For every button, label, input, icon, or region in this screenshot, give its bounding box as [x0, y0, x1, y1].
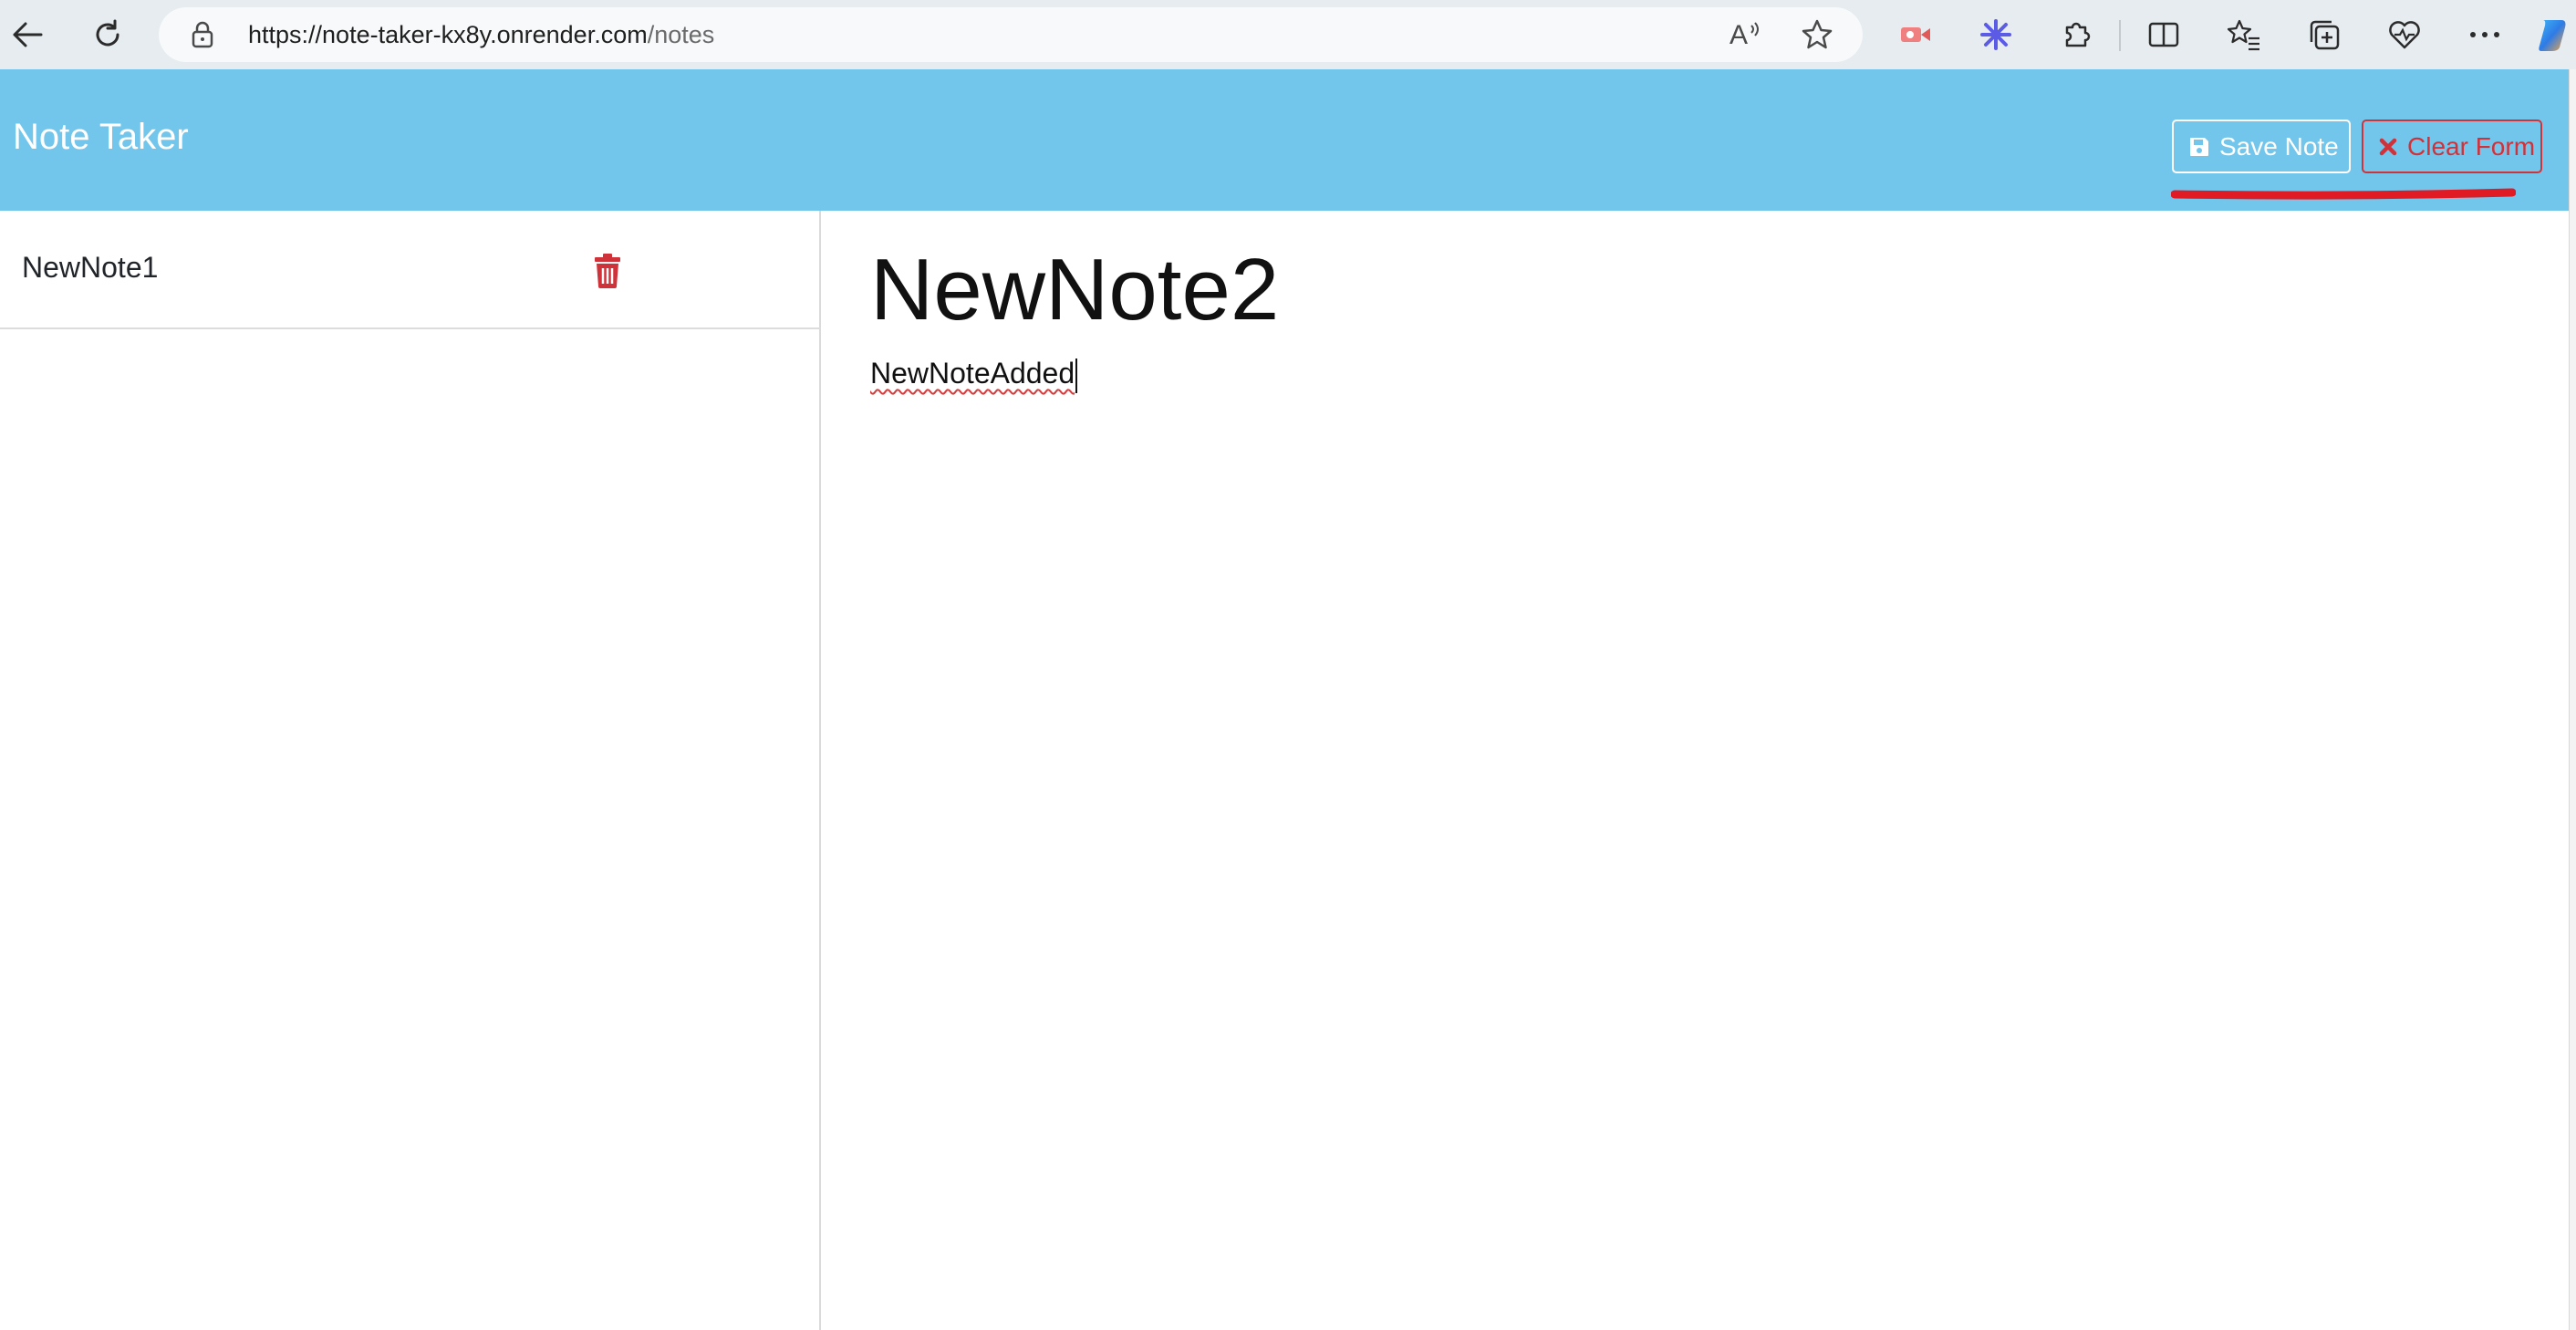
- extension-red-icon[interactable]: [1896, 15, 1936, 55]
- note-editor: NewNote2 NewNoteAdded: [823, 211, 2569, 1330]
- extension-asterisk-icon[interactable]: [1976, 15, 2016, 55]
- notes-list: NewNote1: [0, 211, 821, 1330]
- favorites-list-icon[interactable]: [2224, 15, 2264, 55]
- favorite-star-icon[interactable]: [1801, 18, 1833, 56]
- browser-toolbar: https://note-taker-kx8y.onrender.com/not…: [0, 0, 2576, 69]
- save-note-button[interactable]: Save Note: [2172, 119, 2351, 173]
- note-textarea[interactable]: NewNoteAdded: [870, 357, 1078, 393]
- text-caret: [1075, 358, 1078, 393]
- back-arrow-icon[interactable]: [7, 15, 47, 55]
- close-x-icon: [2378, 137, 2398, 157]
- scrollbar-track[interactable]: [2569, 69, 2576, 1330]
- lock-icon[interactable]: [190, 20, 215, 54]
- floppy-disk-icon: [2188, 136, 2210, 158]
- split-screen-icon[interactable]: [2144, 15, 2184, 55]
- trash-icon[interactable]: [589, 251, 626, 291]
- more-dots-icon[interactable]: [2465, 15, 2505, 55]
- refresh-icon[interactable]: [88, 15, 128, 55]
- url-text: https://note-taker-kx8y.onrender.com/not…: [248, 7, 714, 62]
- clear-form-button[interactable]: Clear Form: [2362, 119, 2542, 173]
- note-title-input[interactable]: NewNote2: [870, 242, 1279, 338]
- svg-text:A: A: [1729, 20, 1748, 50]
- url-path: /notes: [647, 21, 715, 48]
- note-item-title[interactable]: NewNote1: [22, 251, 158, 285]
- browser-essentials-icon[interactable]: [2384, 15, 2425, 55]
- app-header: Note Taker Save Note Clear Form: [0, 69, 2569, 211]
- extensions-puzzle-icon[interactable]: [2056, 15, 2096, 55]
- read-aloud-icon[interactable]: A: [1728, 18, 1764, 56]
- save-note-label: Save Note: [2219, 131, 2339, 161]
- copilot-icon[interactable]: [2534, 15, 2574, 55]
- toolbar-separator: [2119, 20, 2121, 51]
- list-item[interactable]: NewNote1: [0, 211, 821, 329]
- address-bar[interactable]: https://note-taker-kx8y.onrender.com/not…: [159, 7, 1863, 62]
- red-annotation-underline: [2171, 188, 2516, 200]
- app-title[interactable]: Note Taker: [13, 117, 189, 158]
- url-host: https://note-taker-kx8y.onrender.com: [248, 21, 648, 48]
- clear-form-label: Clear Form: [2407, 131, 2536, 161]
- note-body-text: NewNoteAdded: [870, 357, 1075, 390]
- collections-icon[interactable]: [2304, 15, 2344, 55]
